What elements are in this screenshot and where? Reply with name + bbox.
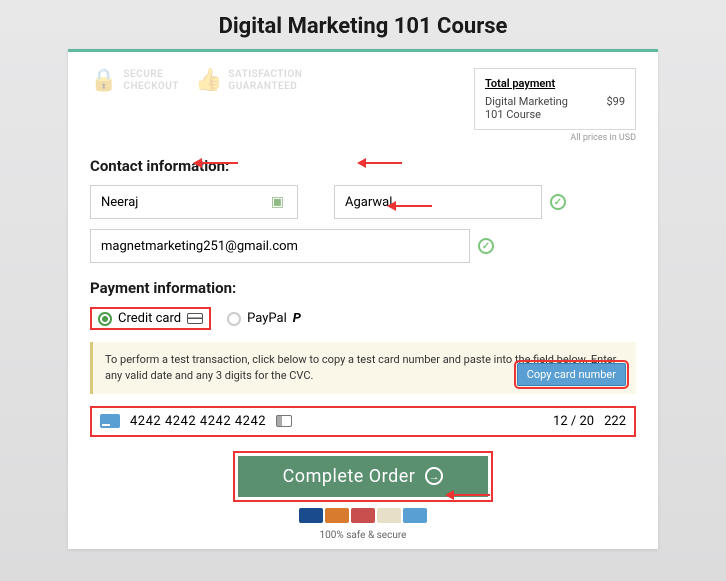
payment-heading: Payment information: [90,279,636,297]
id-icon [276,415,292,427]
lock-icon: 🔒 [90,68,117,93]
annotation-arrow [360,162,402,164]
card-expiry: 12 / 20 [553,414,594,429]
card-brand-icon [100,414,120,428]
radio-on-icon [98,312,112,326]
annotation-arrow [448,494,490,496]
first-name-input[interactable] [90,185,298,219]
trust-badges: 🔒 SECURECHECKOUT 👍 SATISFACTIONGUARANTEE… [90,68,302,93]
check-icon: ✓ [550,194,566,210]
payment-logos [90,508,636,527]
test-instructions: To perform a test transaction, click bel… [90,342,636,394]
summary-title: Total payment [485,77,625,90]
paypal-option[interactable]: PayPal P [227,311,301,326]
page-title: Digital Marketing 101 Course [0,0,726,49]
checkout-card: 🔒 SECURECHECKOUT 👍 SATISFACTIONGUARANTEE… [68,49,658,549]
safe-text: 100% safe & secure [90,530,636,541]
annotation-arrow [196,162,238,164]
summary-item: Digital Marketing 101 Course [485,95,585,121]
card-cvc: 222 [604,414,626,429]
last-name-input[interactable] [334,185,542,219]
currency-note: All prices in USD [474,133,636,143]
card-input-row[interactable]: 4242 4242 4242 4242 12 / 20 222 [90,406,636,437]
radio-off-icon [227,312,241,326]
credit-card-icon [187,313,203,324]
annotation-arrow [390,205,432,207]
order-summary: Total payment Digital Marketing 101 Cour… [474,68,636,130]
thumbs-up-icon: 👍 [195,68,222,93]
paypal-icon: P [293,311,301,326]
arrow-right-icon: → [425,467,443,485]
copy-card-button[interactable]: Copy card number [517,363,626,386]
email-input[interactable] [90,229,470,263]
check-icon: ✓ [478,238,494,254]
summary-price: $99 [606,95,625,121]
contact-icon: ▣ [271,194,284,210]
card-number: 4242 4242 4242 4242 [130,414,266,429]
credit-card-option[interactable]: Credit card [90,307,211,330]
